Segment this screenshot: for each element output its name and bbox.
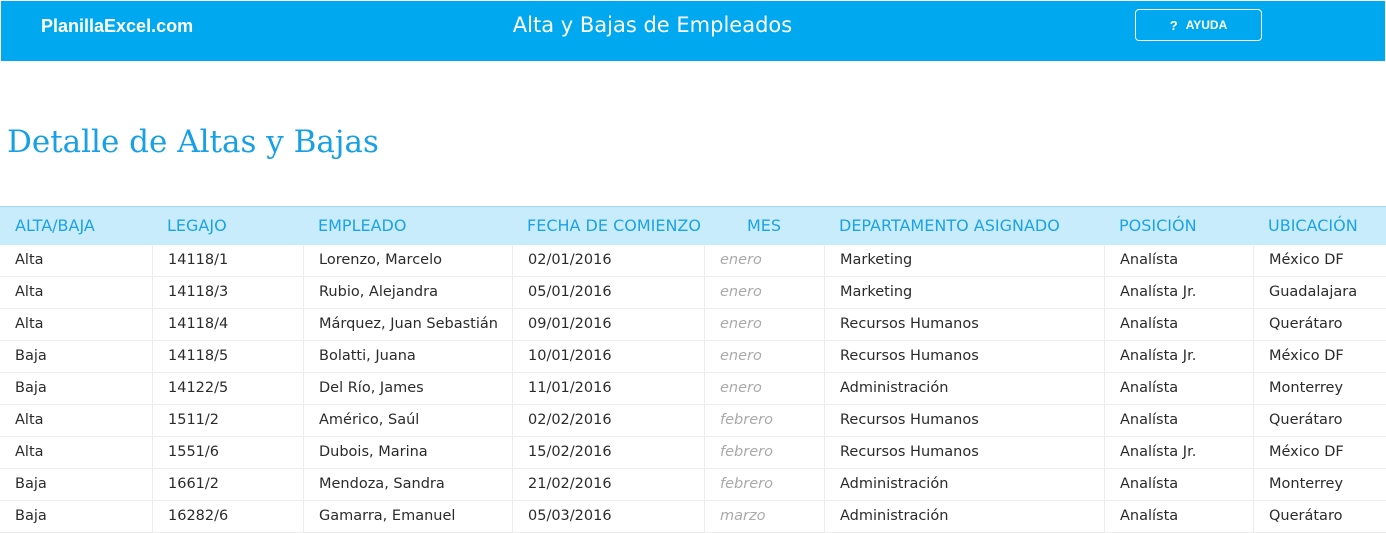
cell-posicion[interactable]: Analísta bbox=[1104, 469, 1253, 500]
cell-empleado[interactable]: Gamarra, Emanuel bbox=[303, 501, 512, 532]
cell-alta-baja[interactable]: Alta bbox=[0, 245, 152, 276]
cell-alta-baja[interactable]: Alta bbox=[0, 405, 152, 436]
help-button-label: AYUDA bbox=[1185, 18, 1228, 32]
cell-departamento[interactable]: Administración bbox=[824, 501, 1104, 532]
app-header: PlanillaExcel.com Alta y Bajas de Emplea… bbox=[1, 1, 1385, 61]
column-header-legajo[interactable]: LEGAJO bbox=[167, 207, 227, 245]
column-header-alta-baja[interactable]: ALTA/BAJA bbox=[15, 207, 95, 245]
cell-fecha[interactable]: 11/01/2016 bbox=[512, 373, 704, 404]
cell-posicion[interactable]: Analísta Jr. bbox=[1104, 437, 1253, 468]
cell-departamento[interactable]: Recursos Humanos bbox=[824, 405, 1104, 436]
cell-empleado[interactable]: Américo, Saúl bbox=[303, 405, 512, 436]
cell-departamento[interactable]: Recursos Humanos bbox=[824, 437, 1104, 468]
cell-departamento[interactable]: Marketing bbox=[824, 277, 1104, 308]
cell-legajo[interactable]: 1511/2 bbox=[152, 405, 303, 436]
cell-legajo[interactable]: 1661/2 bbox=[152, 469, 303, 500]
cell-mes[interactable]: enero bbox=[704, 309, 824, 340]
cell-ubicacion[interactable]: Querátaro bbox=[1253, 501, 1386, 532]
column-header-mes[interactable]: MES bbox=[747, 207, 781, 245]
cell-alta-baja[interactable]: Baja bbox=[0, 469, 152, 500]
cell-fecha[interactable]: 02/02/2016 bbox=[512, 405, 704, 436]
cell-departamento[interactable]: Administración bbox=[824, 373, 1104, 404]
section-title: Detalle de Altas y Bajas bbox=[7, 124, 379, 160]
table-row[interactable]: Baja 14122/5 Del Río, James 11/01/2016 enero… bbox=[0, 373, 1386, 405]
cell-legajo[interactable]: 16282/6 bbox=[152, 501, 303, 532]
cell-fecha[interactable]: 09/01/2016 bbox=[512, 309, 704, 340]
cell-ubicacion[interactable]: México DF bbox=[1253, 437, 1386, 468]
cell-ubicacion[interactable]: México DF bbox=[1253, 245, 1386, 276]
cell-empleado[interactable]: Del Río, James bbox=[303, 373, 512, 404]
cell-legajo[interactable]: 14122/5 bbox=[152, 373, 303, 404]
cell-fecha[interactable]: 02/01/2016 bbox=[512, 245, 704, 276]
cell-empleado[interactable]: Bolatti, Juana bbox=[303, 341, 512, 372]
cell-departamento[interactable]: Recursos Humanos bbox=[824, 309, 1104, 340]
cell-posicion[interactable]: Analísta Jr. bbox=[1104, 277, 1253, 308]
cell-fecha[interactable]: 21/02/2016 bbox=[512, 469, 704, 500]
table-row[interactable]: Baja 1661/2 Mendoza, Sandra 21/02/2016 febre… bbox=[0, 469, 1386, 501]
cell-alta-baja[interactable]: Alta bbox=[0, 277, 152, 308]
cell-legajo[interactable]: 14118/4 bbox=[152, 309, 303, 340]
cell-mes[interactable]: febrero bbox=[704, 437, 824, 468]
cell-mes[interactable]: enero bbox=[704, 245, 824, 276]
cell-empleado[interactable]: Rubio, Alejandra bbox=[303, 277, 512, 308]
cell-posicion[interactable]: Analísta bbox=[1104, 309, 1253, 340]
cell-alta-baja[interactable]: Baja bbox=[0, 501, 152, 532]
cell-legajo[interactable]: 14118/1 bbox=[152, 245, 303, 276]
cell-empleado[interactable]: Mendoza, Sandra bbox=[303, 469, 512, 500]
employees-table: ALTA/BAJA LEGAJO EMPLEADO FECHA DE COMIE… bbox=[0, 206, 1386, 533]
cell-posicion[interactable]: Analísta bbox=[1104, 405, 1253, 436]
table-row[interactable]: Alta 14118/3 Rubio, Alejandra 05/01/2016 ene… bbox=[0, 277, 1386, 309]
cell-ubicacion[interactable]: Guadalajara bbox=[1253, 277, 1386, 308]
cell-alta-baja[interactable]: Baja bbox=[0, 341, 152, 372]
table-header-row: ALTA/BAJA LEGAJO EMPLEADO FECHA DE COMIE… bbox=[0, 206, 1386, 245]
cell-departamento[interactable]: Marketing bbox=[824, 245, 1104, 276]
table-row[interactable]: Alta 1511/2 Américo, Saúl 02/02/2016 febrero… bbox=[0, 405, 1386, 437]
table-row[interactable]: Alta 14118/1 Lorenzo, Marcelo 02/01/2016 ene… bbox=[0, 245, 1386, 277]
cell-ubicacion[interactable]: Monterrey bbox=[1253, 373, 1386, 404]
app-title: Alta y Bajas de Empleados bbox=[512, 13, 793, 37]
column-header-ubicacion[interactable]: UBICACIÓN bbox=[1268, 207, 1358, 245]
table-row[interactable]: Alta 1551/6 Dubois, Marina 15/02/2016 febrer… bbox=[0, 437, 1386, 469]
cell-departamento[interactable]: Administración bbox=[824, 469, 1104, 500]
cell-legajo[interactable]: 14118/5 bbox=[152, 341, 303, 372]
cell-mes[interactable]: enero bbox=[704, 277, 824, 308]
cell-alta-baja[interactable]: Alta bbox=[0, 437, 152, 468]
help-button[interactable]: ? AYUDA bbox=[1135, 9, 1262, 41]
cell-mes[interactable]: marzo bbox=[704, 501, 824, 532]
cell-ubicacion[interactable]: Querátaro bbox=[1253, 309, 1386, 340]
cell-empleado[interactable]: Dubois, Marina bbox=[303, 437, 512, 468]
cell-fecha[interactable]: 05/03/2016 bbox=[512, 501, 704, 532]
help-icon: ? bbox=[1169, 17, 1178, 33]
cell-fecha[interactable]: 15/02/2016 bbox=[512, 437, 704, 468]
cell-departamento[interactable]: Recursos Humanos bbox=[824, 341, 1104, 372]
cell-alta-baja[interactable]: Baja bbox=[0, 373, 152, 404]
cell-mes[interactable]: febrero bbox=[704, 469, 824, 500]
cell-empleado[interactable]: Lorenzo, Marcelo bbox=[303, 245, 512, 276]
cell-posicion[interactable]: Analísta bbox=[1104, 501, 1253, 532]
cell-legajo[interactable]: 1551/6 bbox=[152, 437, 303, 468]
table-row[interactable]: Baja 16282/6 Gamarra, Emanuel 05/03/2016 mar… bbox=[0, 501, 1386, 533]
cell-fecha[interactable]: 10/01/2016 bbox=[512, 341, 704, 372]
cell-posicion[interactable]: Analísta Jr. bbox=[1104, 341, 1253, 372]
cell-posicion[interactable]: Analísta bbox=[1104, 245, 1253, 276]
column-header-empleado[interactable]: EMPLEADO bbox=[318, 207, 406, 245]
column-header-departamento[interactable]: DEPARTAMENTO ASIGNADO bbox=[839, 207, 1060, 245]
cell-mes[interactable]: enero bbox=[704, 373, 824, 404]
cell-alta-baja[interactable]: Alta bbox=[0, 309, 152, 340]
cell-mes[interactable]: enero bbox=[704, 341, 824, 372]
table-row[interactable]: Baja 14118/5 Bolatti, Juana 10/01/2016 enero… bbox=[0, 341, 1386, 373]
column-header-fecha[interactable]: FECHA DE COMIENZO bbox=[527, 207, 701, 245]
cell-ubicacion[interactable]: Monterrey bbox=[1253, 469, 1386, 500]
cell-legajo[interactable]: 14118/3 bbox=[152, 277, 303, 308]
table-row[interactable]: Alta 14118/4 Márquez, Juan Sebastián 09/01/… bbox=[0, 309, 1386, 341]
column-header-posicion[interactable]: POSICIÓN bbox=[1119, 207, 1197, 245]
cell-mes[interactable]: febrero bbox=[704, 405, 824, 436]
cell-ubicacion[interactable]: Querátaro bbox=[1253, 405, 1386, 436]
cell-ubicacion[interactable]: México DF bbox=[1253, 341, 1386, 372]
cell-empleado[interactable]: Márquez, Juan Sebastián bbox=[303, 309, 512, 340]
cell-posicion[interactable]: Analísta bbox=[1104, 373, 1253, 404]
cell-fecha[interactable]: 05/01/2016 bbox=[512, 277, 704, 308]
